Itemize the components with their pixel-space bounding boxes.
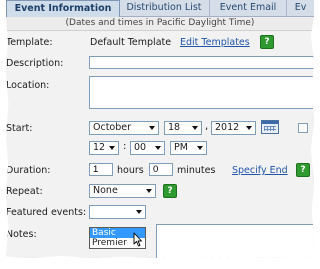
duration-minutes-input[interactable] [149, 163, 173, 176]
mouse-pointer-icon [133, 232, 142, 247]
start-day-select[interactable]: 18 [164, 121, 202, 135]
specify-end-link[interactable]: Specify End [232, 165, 288, 176]
start-minute-select[interactable]: 00 [130, 141, 165, 155]
start-checkbox[interactable] [298, 123, 308, 133]
location-label: Location: [6, 80, 50, 91]
description-label: Description: [6, 58, 64, 69]
repeat-label: Repeat: [6, 186, 43, 197]
notes-label: Notes: [6, 229, 37, 240]
start-ampm-select[interactable]: PM [170, 141, 207, 155]
calendar-icon[interactable] [261, 120, 279, 134]
duration-label: Duration: [6, 165, 51, 176]
start-month-value: October [93, 122, 132, 133]
start-month-select[interactable]: October [89, 121, 159, 135]
tab-more[interactable]: Ev [287, 0, 314, 16]
chevron-down-icon [246, 126, 252, 130]
date-comma: , [205, 121, 209, 132]
notes-textarea[interactable] [156, 224, 314, 258]
start-hour-select[interactable]: 12 [89, 141, 119, 155]
duration-help-icon[interactable]: ? [296, 163, 310, 177]
start-day-value: 18 [168, 122, 181, 133]
event-form-panel: Event Information Distribution List Even… [6, 0, 314, 258]
time-colon: : [123, 141, 127, 152]
chevron-down-icon [149, 126, 155, 130]
tab-distribution-list[interactable]: Distribution List [119, 0, 210, 16]
tab-event-information[interactable]: Event Information [6, 0, 120, 18]
featured-events-select[interactable] [89, 205, 146, 219]
template-value: Default Template [90, 37, 172, 48]
featured-events-label: Featured events: [6, 207, 87, 218]
tab-event-email[interactable]: Event Email [210, 0, 287, 16]
start-ampm-value: PM [174, 142, 188, 153]
start-minute-value: 00 [134, 142, 147, 153]
repeat-select[interactable]: None [89, 184, 156, 198]
timezone-note: (Dates and times in Pacific Daylight Tim… [6, 17, 314, 31]
location-textarea[interactable] [89, 76, 314, 109]
minutes-unit-label: minutes [177, 165, 216, 176]
chevron-down-icon [197, 146, 203, 150]
template-help-icon[interactable]: ? [260, 35, 274, 49]
chevron-down-icon [192, 126, 198, 130]
start-hour-value: 12 [93, 142, 106, 153]
chevron-down-icon [146, 189, 152, 193]
chevron-down-icon [109, 146, 115, 150]
chevron-down-icon [136, 210, 142, 214]
duration-hours-input[interactable] [89, 163, 113, 176]
template-label: Template: [6, 37, 53, 48]
repeat-help-icon[interactable]: ? [163, 184, 177, 198]
repeat-value: None [93, 185, 118, 196]
description-input[interactable] [89, 56, 314, 69]
start-year-select[interactable]: 2012 [211, 121, 256, 135]
start-label: Start: [6, 123, 33, 134]
tab-bar: Event Information Distribution List Even… [6, 0, 314, 18]
edit-templates-link[interactable]: Edit Templates [180, 37, 250, 48]
chevron-down-icon [155, 146, 161, 150]
start-year-value: 2012 [215, 122, 240, 133]
hours-unit-label: hours [117, 165, 144, 176]
